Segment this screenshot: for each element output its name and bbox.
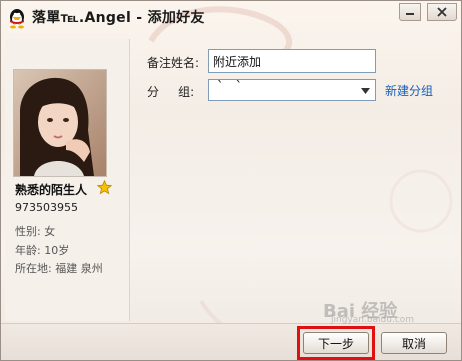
cancel-button[interactable]: 取消	[381, 332, 447, 354]
chevron-down-icon[interactable]	[361, 88, 370, 94]
remark-label: 备注姓名:	[147, 56, 200, 70]
title-bar[interactable]: 落單℡.Angel - 添加好友	[1, 1, 461, 35]
profile-panel: 熟悉的陌生人 973503955 性别: 女 年龄: 10岁 所在地: 福建 泉…	[5, 39, 130, 321]
avatar-photo	[14, 70, 106, 176]
location-info: 所在地: 福建 泉州	[15, 262, 103, 275]
group-select[interactable]: ` `	[208, 79, 376, 101]
gender-info: 性别: 女	[15, 225, 56, 238]
watermark-url: jingyan.baidu.com	[331, 315, 415, 325]
minimize-icon	[406, 13, 414, 15]
add-friend-dialog: 落單℡.Angel - 添加好友 熟悉的陌生人 973503955 性别: 女 …	[0, 0, 462, 361]
close-icon	[437, 7, 447, 17]
close-button[interactable]	[427, 3, 457, 21]
avatar[interactable]	[13, 69, 107, 177]
nickname: 熟悉的陌生人	[15, 183, 88, 197]
qq-number: 973503955	[15, 201, 78, 214]
qq-penguin-icon	[10, 9, 24, 29]
group-label: 分 组:	[147, 85, 195, 99]
window-title: 落單℡.Angel - 添加好友	[32, 10, 205, 26]
group-select-value: ` `	[217, 80, 247, 95]
remark-name-input[interactable]	[208, 49, 376, 73]
new-group-link[interactable]: 新建分组	[385, 82, 433, 99]
minimize-button[interactable]	[399, 3, 421, 21]
age-info: 年龄: 10岁	[15, 244, 70, 257]
next-button[interactable]: 下一步	[303, 332, 369, 354]
star-icon	[97, 180, 112, 195]
